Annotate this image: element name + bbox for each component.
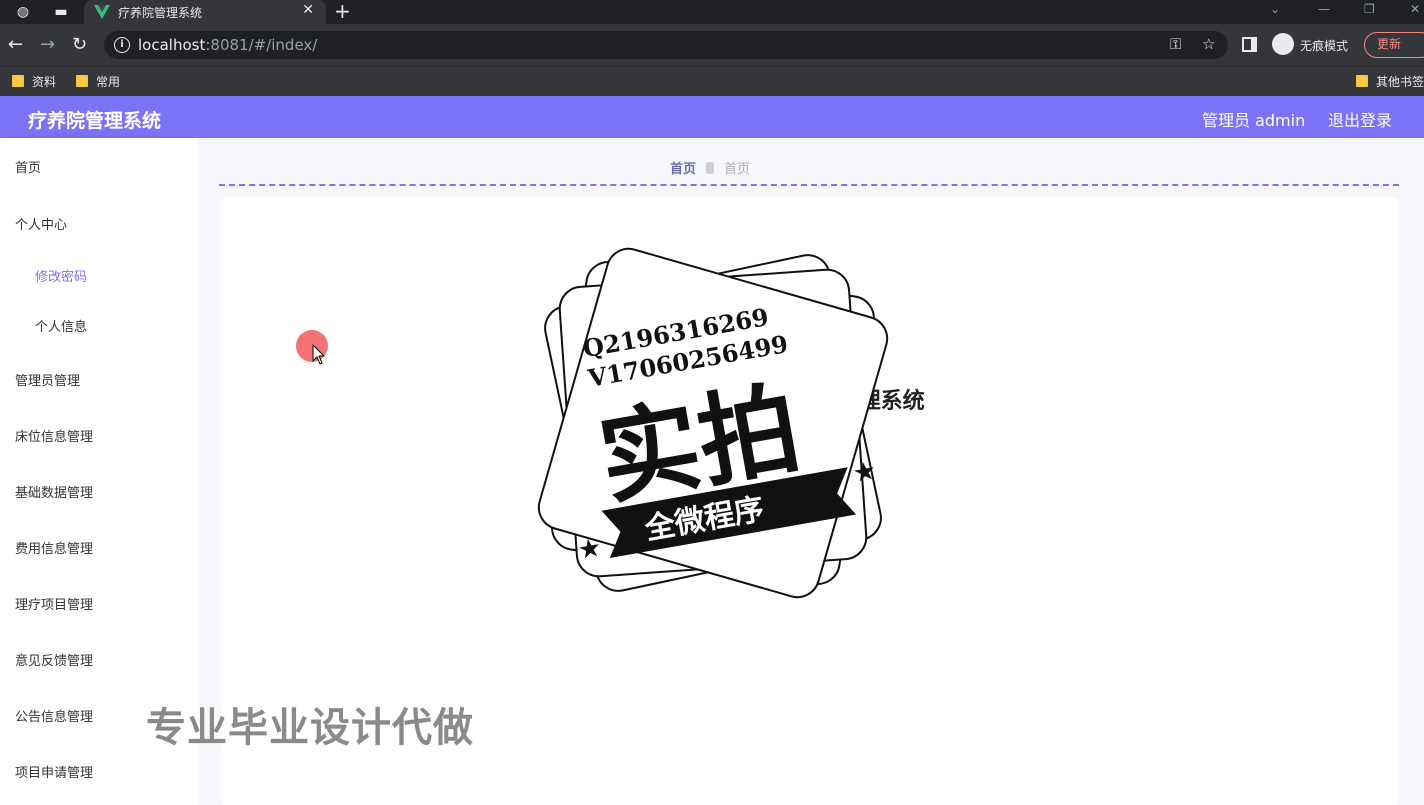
breadcrumb-current: 首页 <box>724 162 751 177</box>
tab-close-icon[interactable]: ✕ <box>302 2 314 18</box>
close-window-icon[interactable]: ✕ <box>1410 2 1420 16</box>
dashed-divider <box>219 184 1399 186</box>
incognito-label: 无痕模式 <box>1300 39 1349 53</box>
sidebar-item-home[interactable]: 首页 <box>15 157 41 176</box>
browser-toolbar: ← → ↻ i localhost:8081/#/index/ ⚿ ☆ 无痕模式… <box>0 24 1424 66</box>
star-icon: ★ <box>850 456 878 490</box>
bookmark-folder-other[interactable]: 其他书签 <box>1356 73 1424 90</box>
app-title: 疗养院管理系统 <box>28 110 162 132</box>
new-tab-icon[interactable]: + <box>334 0 351 22</box>
update-button[interactable]: 更新 <box>1364 32 1424 58</box>
bookmark-star-icon[interactable]: ☆ <box>1202 35 1215 53</box>
incognito-icon <box>1272 33 1294 55</box>
breadcrumb: 首页 首页 <box>670 158 750 177</box>
sidebar-item-personal-center[interactable]: 个人中心 <box>15 214 67 233</box>
tab-title: 疗养院管理系统 <box>118 6 203 20</box>
folder-icon <box>12 75 24 87</box>
sidebar-item-therapy-management[interactable]: 理疗项目管理 <box>15 594 93 613</box>
app-header: 疗养院管理系统 管理员 admin 退出登录 <box>0 96 1424 138</box>
sidebar-item-feedback-management[interactable]: 意见反馈管理 <box>15 650 93 669</box>
side-panel-icon[interactable] <box>1242 37 1257 52</box>
browser-tab-active[interactable]: 疗养院管理系统 ✕ <box>84 0 326 24</box>
user-label: 管理员 admin <box>1202 111 1306 130</box>
folder-icon <box>1356 75 1368 87</box>
promo-watermark-text: 专业毕业设计代做 <box>146 705 474 751</box>
tab-search-icon[interactable]: ⌄ <box>1270 2 1280 16</box>
sidebar-item-application-management[interactable]: 项目申请管理 <box>15 762 93 781</box>
folder-icon <box>76 75 88 87</box>
watermark-stamp: Q2196316269 V17060256499 实拍 全微程序 ★ ★ <box>537 247 889 599</box>
restore-icon[interactable]: ❐ <box>1364 2 1375 16</box>
breadcrumb-home[interactable]: 首页 <box>670 162 696 177</box>
sidebar-item-bed-management[interactable]: 床位信息管理 <box>15 426 93 445</box>
address-bar[interactable]: i localhost:8081/#/index/ ⚿ ☆ <box>104 31 1228 59</box>
sidebar-item-base-data-management[interactable]: 基础数据管理 <box>15 482 93 501</box>
back-icon[interactable]: ← <box>8 34 23 56</box>
sidebar-item-change-password[interactable]: 修改密码 <box>35 266 87 285</box>
bookmarks-bar: 资料 常用 其他书签 <box>0 66 1424 96</box>
mouse-cursor-icon <box>312 344 326 365</box>
url-text[interactable]: localhost:8081/#/index/ <box>138 36 317 54</box>
vue-logo-icon <box>94 5 110 19</box>
bookmark-folder[interactable]: 常用 <box>76 73 120 90</box>
site-info-icon[interactable]: i <box>114 37 130 53</box>
globe-icon[interactable]: ◍ <box>14 3 32 21</box>
reload-icon[interactable]: ↻ <box>72 34 87 56</box>
minimize-icon[interactable]: — <box>1318 2 1330 16</box>
sidebar-item-fee-management[interactable]: 费用信息管理 <box>15 538 93 557</box>
sidebar-item-personal-info[interactable]: 个人信息 <box>35 316 87 335</box>
sidebar-item-notice-management[interactable]: 公告信息管理 <box>15 706 93 725</box>
bookmark-folder[interactable]: 资料 <box>12 73 56 90</box>
logout-button[interactable]: 退出登录 <box>1328 107 1392 131</box>
tab-strip-icon[interactable]: ▬ <box>52 3 70 21</box>
breadcrumb-separator-icon <box>706 162 715 174</box>
key-icon[interactable]: ⚿ <box>1170 35 1181 53</box>
sidebar-item-admin-management[interactable]: 管理员管理 <box>15 370 80 389</box>
forward-icon[interactable]: → <box>40 34 55 56</box>
browser-tab-bar: ◍ ▬ 疗养院管理系统 ✕ + ⌄ — ❐ ✕ <box>0 0 1424 24</box>
